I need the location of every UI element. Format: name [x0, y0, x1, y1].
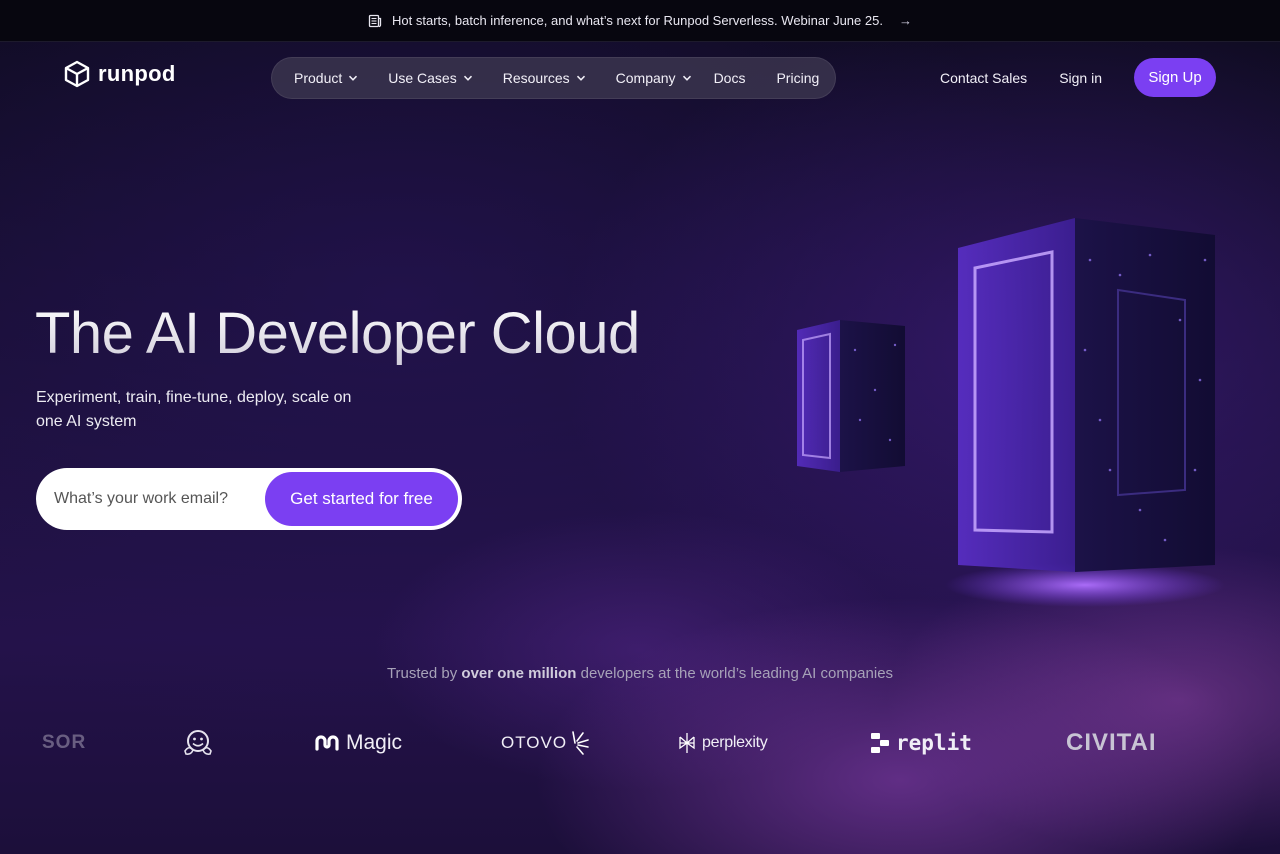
company-logos: SOR Magic OTOVO perplexity replit CIVITA… — [0, 720, 1280, 766]
menu-item-label: Resources — [502, 70, 570, 86]
menu-item-label: Product — [294, 70, 343, 86]
company-name: SOR — [42, 732, 87, 753]
company-name: replit — [896, 731, 972, 755]
company-name: CIVITAI — [1066, 729, 1157, 756]
trusted-suffix: developers at the world’s leading AI com… — [576, 665, 894, 682]
company-logo-huggingface — [182, 720, 214, 766]
company-logo-sor: SOR — [42, 720, 86, 766]
sunburst-icon — [572, 731, 589, 755]
chevron-down-icon — [576, 75, 585, 81]
chevron-down-icon — [682, 75, 691, 81]
menu-item-label: Pricing — [776, 70, 820, 86]
brand-name: runpod — [98, 61, 176, 86]
menu-item-product[interactable]: Product — [294, 70, 358, 86]
contact-sales-link[interactable]: Contact Sales — [940, 70, 1027, 86]
chevron-down-icon — [463, 75, 472, 81]
banner-text[interactable]: Hot starts, batch inference, and what’s … — [392, 13, 883, 28]
menu-item-company[interactable]: Company — [616, 70, 692, 86]
company-logo-replit: replit — [870, 720, 972, 766]
top-navigation: runpod Product Use Cases Resources Compa… — [0, 42, 1280, 114]
company-name: perplexity — [702, 734, 768, 751]
menu-item-docs[interactable]: Docs — [714, 70, 746, 86]
perplexity-logo-icon — [679, 733, 695, 753]
company-logo-civitai: CIVITAI — [1066, 720, 1157, 766]
sign-up-button[interactable]: Sign Up — [1134, 58, 1216, 97]
menu-item-label: Use Cases — [388, 70, 457, 86]
main-menu: Product Use Cases Resources Company Docs… — [271, 57, 836, 99]
hero-subtitle: Experiment, train, fine-tune, deploy, sc… — [36, 389, 352, 430]
trusted-prefix: Trusted by — [386, 665, 462, 682]
cube-logo-icon — [64, 60, 90, 88]
company-name: Magic — [346, 731, 403, 754]
brand-logo[interactable]: runpod — [64, 60, 176, 88]
arrow-right-icon: → — [898, 13, 912, 28]
menu-item-label: Company — [615, 70, 676, 86]
menu-item-pricing[interactable]: Pricing — [776, 70, 819, 86]
trusted-highlight: over one million — [461, 665, 577, 682]
magic-logo-icon — [315, 735, 339, 751]
nav-actions: Contact Sales Sign in Sign Up — [940, 58, 1216, 97]
hero-title: The AI Developer Cloud — [35, 301, 640, 366]
company-logo-perplexity: perplexity — [678, 720, 768, 766]
menu-item-use-cases[interactable]: Use Cases — [388, 70, 472, 86]
announcement-banner[interactable]: Hot starts, batch inference, and what’s … — [0, 0, 1280, 42]
menu-item-label: Docs — [713, 70, 746, 86]
hugging-face-icon — [184, 730, 212, 755]
sign-in-link[interactable]: Sign in — [1059, 70, 1102, 86]
signup-form: Get started for free — [36, 468, 462, 530]
chevron-down-icon — [349, 75, 358, 81]
email-input[interactable] — [54, 490, 274, 508]
company-logo-magic: Magic — [314, 720, 402, 766]
newspaper-icon — [368, 14, 382, 27]
company-logo-otovo: OTOVO — [501, 720, 591, 766]
replit-logo-icon — [871, 733, 889, 753]
get-started-button[interactable]: Get started for free — [265, 472, 458, 526]
menu-item-resources[interactable]: Resources — [503, 70, 586, 86]
trusted-text: Trusted by over one million developers a… — [0, 665, 1280, 682]
company-name: OTOVO — [501, 733, 568, 752]
